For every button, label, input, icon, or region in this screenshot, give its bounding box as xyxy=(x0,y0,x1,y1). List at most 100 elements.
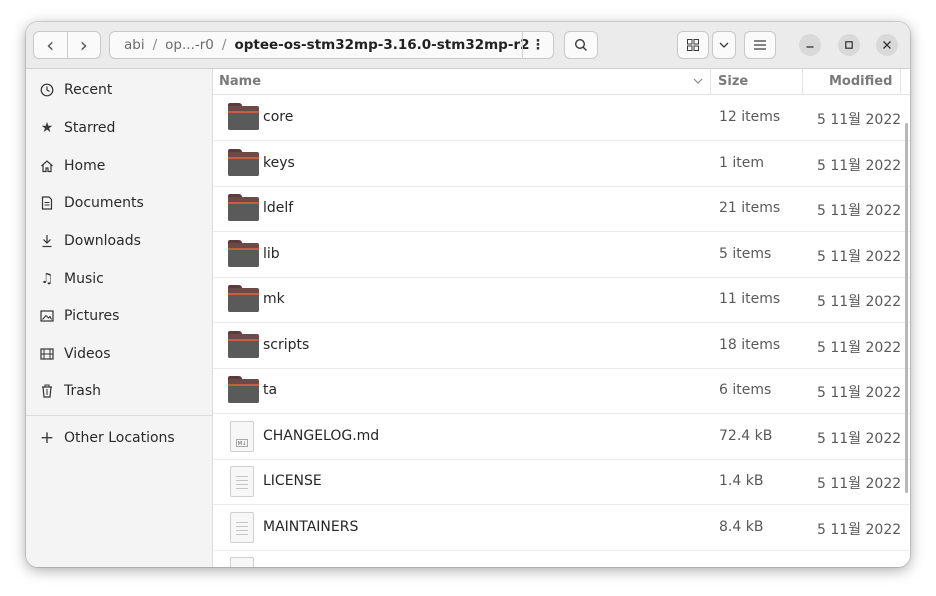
column-divider xyxy=(802,69,803,94)
file-name: core xyxy=(263,109,294,125)
column-name-header[interactable]: Name xyxy=(219,74,261,89)
view-grid-button[interactable] xyxy=(677,31,709,59)
sidebar-item-downloads[interactable]: Downloads xyxy=(26,223,212,259)
search-icon xyxy=(574,38,587,51)
file-row[interactable]: lib 5 items 5 11월 2022 xyxy=(213,232,910,278)
scrollbar[interactable] xyxy=(905,123,908,493)
file-row[interactable]: MAINTAINERS 8.4 kB 5 11월 2022 xyxy=(213,505,910,551)
path-segment-collapsed[interactable]: op... xyxy=(165,37,195,53)
markdown-file-icon: M↓ xyxy=(230,420,254,452)
sidebar-item-label: Pictures xyxy=(64,308,120,324)
search-button[interactable] xyxy=(564,31,598,59)
file-name: ldelf xyxy=(263,200,294,216)
hamburger-menu-icon xyxy=(754,40,766,50)
file-name: keys xyxy=(263,154,295,171)
close-button[interactable] xyxy=(876,34,898,56)
sidebar-item-label: Other Locations xyxy=(64,430,175,446)
file-row[interactable]: ta 6 items 5 11월 2022 xyxy=(213,368,910,414)
file-list: Name Size Modified core 12 items 5 11월 202… xyxy=(213,69,910,567)
file-size: 72.4 kB xyxy=(719,427,773,444)
plus-icon: + xyxy=(39,428,55,448)
video-icon xyxy=(40,348,54,360)
forward-icon: › xyxy=(79,33,88,57)
file-row[interactable]: ldelf 21 items 5 11월 2022 xyxy=(213,186,910,232)
file-row-partial[interactable] xyxy=(213,550,910,567)
path-separator: / xyxy=(221,37,227,53)
file-row[interactable]: core 12 items 5 11월 2022 xyxy=(213,95,910,141)
back-button[interactable]: ‹ xyxy=(34,32,67,58)
file-size: 5 items xyxy=(719,245,772,262)
sidebar-item-label: Recent xyxy=(64,82,113,98)
sidebar-item-label: Videos xyxy=(64,346,111,362)
music-icon: ♫ xyxy=(40,271,54,287)
folder-icon xyxy=(228,194,259,221)
maximize-icon xyxy=(845,41,853,49)
file-size: 6 items xyxy=(719,382,772,398)
file-modified: 5 11월 2022 xyxy=(817,521,902,538)
file-modified: 5 11월 2022 xyxy=(817,112,902,128)
folder-icon xyxy=(228,148,259,176)
sidebar-item-home[interactable]: Home xyxy=(26,148,212,184)
file-modified: 5 11월 2022 xyxy=(817,294,902,310)
column-divider xyxy=(710,69,711,94)
document-icon xyxy=(41,196,53,210)
close-icon xyxy=(883,41,891,49)
column-modified-header[interactable]: Modified xyxy=(829,74,892,89)
sidebar-item-videos[interactable]: Videos xyxy=(26,336,212,372)
path-menu-button[interactable]: ⋮ xyxy=(522,32,553,58)
sidebar-item-label: Documents xyxy=(64,195,144,211)
folder-icon xyxy=(228,376,259,403)
file-row[interactable]: mk 11 items 5 11월 2022 xyxy=(213,277,910,323)
sidebar-item-documents[interactable]: Documents xyxy=(26,185,212,221)
file-row[interactable]: keys 1 item 5 11월 2022 xyxy=(213,141,910,187)
sidebar-item-label: Music xyxy=(64,271,104,287)
path-segment-abi[interactable]: abi xyxy=(124,37,145,53)
maximize-button[interactable] xyxy=(838,34,860,56)
star-icon: ★ xyxy=(40,120,54,136)
file-row[interactable]: M↓ CHANGELOG.md 72.4 kB 5 11월 2022 xyxy=(213,414,910,460)
column-header: Name Size Modified xyxy=(213,69,910,95)
path-segment-r0[interactable]: -r0 xyxy=(195,37,214,53)
file-row[interactable]: scripts 18 items 5 11월 2022 xyxy=(213,323,910,369)
file-size: 1.4 kB xyxy=(719,473,764,489)
minimize-button[interactable] xyxy=(799,34,821,56)
sidebar-item-label: Home xyxy=(64,158,106,174)
view-options-button[interactable] xyxy=(712,31,736,59)
text-file-icon xyxy=(230,511,254,543)
file-size: 11 items xyxy=(719,291,781,307)
file-modified: 5 11월 2022 xyxy=(817,203,902,219)
sort-chevron-icon[interactable] xyxy=(693,78,703,84)
main-menu-button[interactable] xyxy=(744,31,776,59)
folder-icon xyxy=(228,285,259,312)
picture-icon xyxy=(40,310,54,322)
back-icon: ‹ xyxy=(46,33,55,57)
sidebar-item-starred[interactable]: ★ Starred xyxy=(26,110,212,146)
column-divider xyxy=(900,69,901,94)
file-name: lib xyxy=(263,245,280,262)
sidebar: Recent ★ Starred Home Documents Download… xyxy=(26,69,213,567)
sidebar-item-trash[interactable]: Trash xyxy=(26,373,212,409)
file-size: 21 items xyxy=(719,200,781,216)
file-modified: 5 11월 2022 xyxy=(817,157,902,174)
folder-icon xyxy=(228,330,259,358)
forward-button[interactable]: › xyxy=(66,32,101,58)
path-segment-current[interactable]: optee-os-stm32mp-3.16.0-stm32mp-r2 xyxy=(234,37,529,53)
file-size: 12 items xyxy=(719,109,781,125)
folder-icon xyxy=(228,103,259,130)
file-modified: 5 11월 2022 xyxy=(817,430,902,447)
sidebar-item-pictures[interactable]: Pictures xyxy=(26,298,212,334)
sidebar-item-recent[interactable]: Recent xyxy=(26,72,212,108)
minimize-icon xyxy=(806,46,814,48)
column-size-header[interactable]: Size xyxy=(718,74,748,89)
chevron-down-icon xyxy=(719,42,729,48)
sidebar-item-other-locations[interactable]: + Other Locations xyxy=(26,420,212,456)
file-row[interactable]: LICENSE 1.4 kB 5 11월 2022 xyxy=(213,459,910,505)
file-modified: 5 11월 2022 xyxy=(817,339,902,356)
navigation-buttons: ‹ › xyxy=(33,31,101,59)
path-separator: / xyxy=(152,37,158,53)
text-file-icon xyxy=(230,557,254,567)
sidebar-item-music[interactable]: ♫ Music xyxy=(26,261,212,297)
file-modified: 5 11월 2022 xyxy=(817,385,902,401)
file-name: mk xyxy=(263,291,285,307)
file-modified: 5 11월 2022 xyxy=(817,248,902,265)
